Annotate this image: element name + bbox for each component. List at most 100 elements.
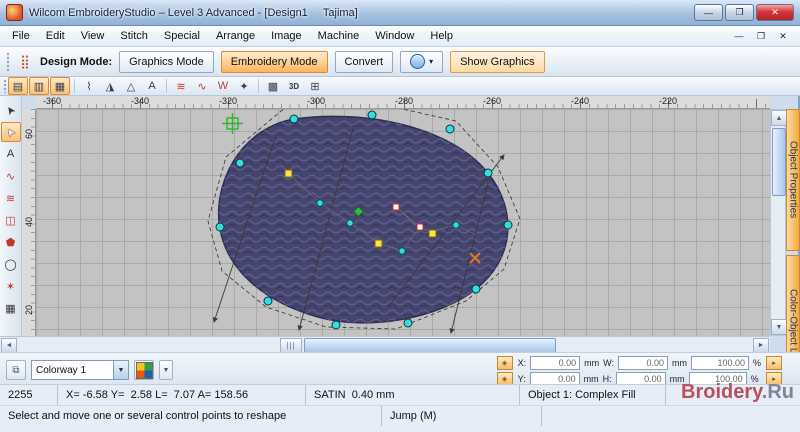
scroll-right-icon[interactable]: ► — [753, 338, 769, 353]
menu-special[interactable]: Special — [156, 28, 208, 44]
hint-bar: Select and move one or several control p… — [0, 405, 800, 432]
mdi-close-button[interactable]: ✕ — [774, 29, 792, 43]
colorway-value: Colorway 1 — [36, 364, 87, 376]
ruler-label: -220 — [658, 96, 678, 106]
mm-label: mm — [583, 374, 599, 384]
toolbar-separator — [166, 79, 167, 93]
x-field[interactable]: 0.00 — [530, 356, 581, 370]
wave-fill-icon[interactable]: ∿ — [192, 77, 212, 95]
y-label: Y: — [517, 374, 526, 384]
vertical-scrollbar[interactable]: ▲ ▼ — [770, 109, 787, 336]
stitch-type-toolbar: ▤ ▥ ▦ ⌇ ◮ △ A ≋ ∿ W ✦ ▩ 3D ⊞ — [0, 77, 800, 96]
maximize-button[interactable]: ❐ — [725, 4, 754, 21]
input-b-icon[interactable]: △ — [121, 77, 141, 95]
toolbar-separator — [258, 79, 259, 93]
star-tool[interactable]: ✶ — [1, 276, 21, 296]
menu-window[interactable]: Window — [367, 28, 422, 44]
graphics-mode-button[interactable]: Graphics Mode — [119, 50, 214, 73]
run-digitize-tool[interactable]: ∿ — [1, 166, 21, 186]
run-stitch-icon[interactable]: ▤ — [8, 77, 28, 95]
lettering-tool[interactable]: A — [1, 144, 21, 164]
complex-fill-tool[interactable]: ⬟ — [1, 232, 21, 252]
colorway-toolbar: ⧉ Colorway 1 ▼ ▼ ◈ ◈ X: 0.00 mm W: 0.00 … — [0, 352, 800, 386]
reshape-tool[interactable]: ➤ — [0, 122, 21, 142]
design-mode-label: Design Mode: — [40, 55, 113, 68]
motif-run-icon[interactable]: ⌇ — [79, 77, 99, 95]
color-dropdown-button[interactable]: ▼ — [159, 360, 173, 380]
select-tool[interactable]: ➤ — [1, 100, 21, 120]
x-label: X: — [517, 358, 527, 368]
minimize-button[interactable]: — — [694, 4, 723, 21]
tab-object-properties[interactable]: Object Properties — [786, 109, 800, 251]
thread-colors-button[interactable] — [134, 360, 154, 380]
title-bar[interactable]: Wilcom EmbroideryStudio – Level 3 Advanc… — [0, 0, 800, 26]
close-button[interactable]: ✕ — [756, 4, 794, 21]
scroll-up-icon[interactable]: ▲ — [771, 110, 787, 126]
scroll-left-icon[interactable]: ◄ — [1, 338, 17, 353]
contour-icon[interactable]: ≋ — [171, 77, 191, 95]
florentine-icon[interactable]: W — [213, 77, 233, 95]
menu-help[interactable]: Help — [422, 28, 461, 44]
mdi-restore-button[interactable]: ❐ — [752, 29, 770, 43]
toolbar-grip-2[interactable] — [3, 79, 7, 93]
percent-label: % — [752, 358, 761, 368]
ruler-label: 20 — [24, 305, 34, 316]
menu-machine[interactable]: Machine — [310, 28, 368, 44]
embroidery-mode-button[interactable]: Embroidery Mode — [220, 50, 328, 73]
grid-tool[interactable]: ▦ — [1, 298, 21, 318]
menu-edit[interactable]: Edit — [38, 28, 73, 44]
lock-position-button[interactable]: ◈ — [496, 356, 513, 370]
design-mode-toolbar: ⣿ Design Mode: Graphics Mode Embroidery … — [0, 47, 800, 77]
pointer-readout: X= -6.58 Y= 2.58 L= 7.07 A= 158.56 — [58, 385, 306, 405]
menu-file[interactable]: File — [4, 28, 38, 44]
ruler-label: -260 — [482, 96, 502, 106]
scroll-down-icon[interactable]: ▼ — [771, 319, 787, 335]
toolbar-grip[interactable] — [6, 51, 10, 72]
hint-filler — [542, 406, 800, 426]
mesh-icon[interactable]: ⊞ — [305, 77, 325, 95]
threed-icon[interactable]: 3D — [284, 77, 304, 95]
tatami-stitch-icon[interactable]: ▦ — [50, 77, 70, 95]
menu-bar: File Edit View Stitch Special Arrange Im… — [0, 26, 800, 47]
app-icon — [6, 4, 23, 21]
show-graphics-button[interactable]: Show Graphics — [450, 50, 545, 73]
apply-transform-button[interactable]: ▸ — [766, 356, 782, 370]
colorway-select[interactable]: Colorway 1 ▼ — [31, 360, 129, 380]
menu-stitch[interactable]: Stitch — [112, 28, 156, 44]
embroidery-object[interactable] — [217, 115, 509, 324]
ruler-label: -340 — [130, 96, 150, 106]
design-canvas[interactable] — [36, 109, 770, 336]
ruler-label: 40 — [24, 217, 34, 228]
outline-tool[interactable]: ◯ — [1, 254, 21, 274]
horizontal-ruler: -360 -340 -320 -300 -280 -260 -240 -220 — [36, 96, 770, 109]
input-a-icon[interactable]: ◮ — [100, 77, 120, 95]
satin-stitch-icon[interactable]: ▥ — [29, 77, 49, 95]
palette-icon — [135, 361, 153, 379]
hint-message: Select and move one or several control p… — [0, 406, 382, 426]
w-field[interactable]: 0.00 — [617, 356, 668, 370]
program-split-icon[interactable]: ▩ — [263, 77, 283, 95]
colorway-editor-button[interactable]: ⧉ — [6, 360, 26, 380]
menu-view[interactable]: View — [73, 28, 113, 44]
hoop-globe-button[interactable]: ▾ — [400, 50, 444, 73]
menu-arrange[interactable]: Arrange — [208, 28, 263, 44]
convert-button[interactable]: Convert — [334, 50, 394, 73]
star-fill-icon[interactable]: ✦ — [234, 77, 254, 95]
stitch-type-readout: SATIN 0.40 mm — [306, 385, 520, 405]
lettering-icon[interactable]: A — [142, 77, 162, 95]
horizontal-scrollbar[interactable]: ◄ ||| ► — [0, 336, 770, 353]
start-marker — [222, 113, 243, 134]
watermark: Broidery.Ru — [681, 381, 794, 404]
mm-label: mm — [584, 358, 600, 368]
mdi-minimize-button[interactable]: — — [730, 29, 748, 43]
x-scale-field[interactable]: 100.00 — [690, 356, 749, 370]
triple-run-tool[interactable]: ≋ — [1, 188, 21, 208]
satin-column-tool[interactable]: ◫ — [1, 210, 21, 230]
horizontal-scroll-thumb[interactable] — [304, 338, 556, 353]
splitter-grip[interactable]: ||| — [280, 338, 302, 353]
chevron-down-icon[interactable]: ▼ — [113, 361, 128, 379]
menu-image[interactable]: Image — [263, 28, 310, 44]
toolbar-separator — [74, 79, 75, 93]
vertical-scroll-thumb[interactable] — [772, 128, 786, 196]
globe-icon — [410, 54, 426, 69]
